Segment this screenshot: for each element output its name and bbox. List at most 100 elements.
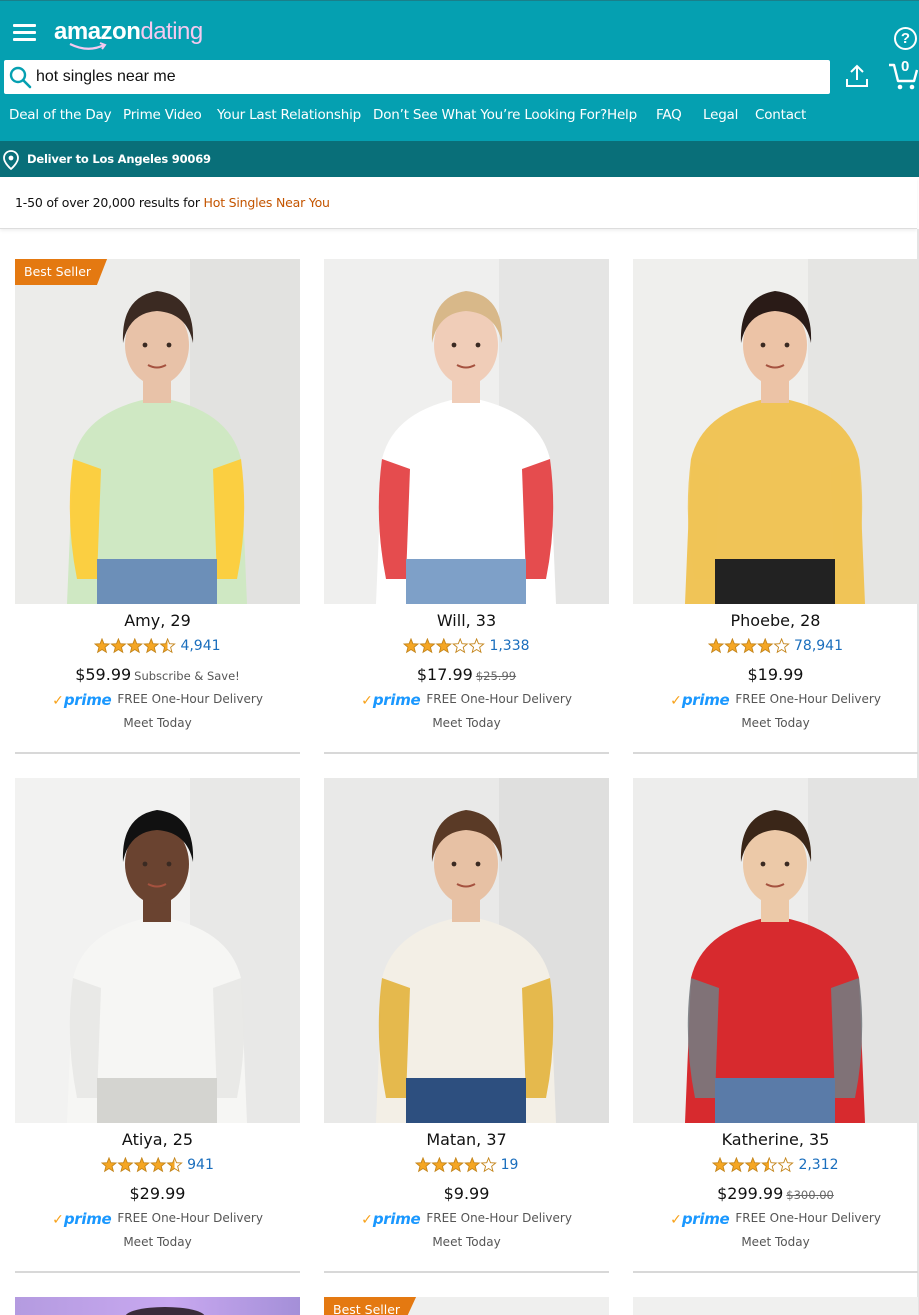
product-photo-peek[interactable] — [15, 1297, 300, 1315]
product-name[interactable]: Phoebe, 28 — [633, 611, 918, 630]
product-name[interactable]: Amy, 29 — [15, 611, 300, 630]
nav-item-your-last-relationship[interactable]: Your Last Relationship — [217, 107, 361, 123]
delivery-note: FREE One-Hour Delivery — [117, 691, 263, 706]
review-count-link[interactable]: 1,338 — [489, 638, 529, 654]
product-name[interactable]: Will, 33 — [324, 611, 609, 630]
star-icon — [708, 637, 725, 654]
star-icon — [468, 637, 486, 654]
product-photo[interactable] — [324, 778, 609, 1123]
star-icon — [773, 637, 790, 654]
prime-logo: ✓prime — [361, 691, 421, 709]
delivery-note: FREE One-Hour Delivery — [426, 1210, 572, 1225]
star-icon — [127, 637, 144, 654]
star-icon — [414, 1156, 431, 1173]
product-card[interactable]: Will, 33 1,338 $17.99 $25.99 ✓prime FREE O… — [324, 259, 609, 754]
product-rating: 78,941 — [633, 637, 918, 655]
prime-check-icon: ✓ — [361, 691, 373, 708]
nav-item-deal-of-the-day[interactable]: Deal of the Day — [9, 107, 112, 123]
original-price: $300.00 — [786, 1188, 834, 1202]
prime-logo: ✓prime — [52, 691, 112, 709]
review-count-link[interactable]: 2,312 — [798, 1157, 838, 1173]
star-icon — [479, 1156, 497, 1173]
product-name[interactable]: Matan, 37 — [324, 1130, 609, 1149]
prime-check-icon: ✓ — [670, 691, 682, 708]
price-line: $29.99 — [15, 1184, 300, 1204]
star-rating-icon[interactable] — [414, 1156, 497, 1173]
nav-item-dont-see[interactable]: Don’t See What You’re Looking For? — [373, 107, 607, 123]
review-count-link[interactable]: 4,941 — [180, 638, 220, 654]
product-card[interactable]: Matan, 37 19 $9.99 ✓prime FREE One-Hour D… — [324, 778, 609, 1273]
star-rating-icon[interactable] — [101, 1156, 183, 1173]
star-icon — [761, 1156, 778, 1173]
star-icon — [94, 637, 111, 654]
cart-count: 0 — [901, 58, 910, 75]
star-icon — [724, 637, 741, 654]
logo-primary: amazon — [54, 18, 141, 45]
prime-logo: ✓prime — [52, 1209, 112, 1228]
logo[interactable]: amazondating — [54, 17, 203, 51]
product-photo[interactable] — [324, 259, 609, 604]
star-icon — [447, 1156, 464, 1173]
menu-icon[interactable] — [13, 24, 36, 42]
product-name[interactable]: Atiya, 25 — [15, 1130, 300, 1149]
delivery-bar[interactable]: Deliver to Los Angeles 90069 — [0, 141, 919, 177]
star-rating-icon[interactable] — [712, 1156, 795, 1173]
star-rating-icon[interactable] — [708, 637, 790, 654]
star-icon — [419, 637, 437, 654]
delivery-note: FREE One-Hour Delivery — [735, 691, 881, 706]
star-icon — [463, 1156, 480, 1173]
product-card[interactable]: Atiya, 25 941 $29.99 ✓prime FREE One-Hour… — [15, 778, 300, 1273]
prime-logo: ✓prime — [670, 691, 730, 709]
review-count-link[interactable]: 19 — [501, 1157, 519, 1173]
product-photo[interactable] — [633, 259, 918, 604]
star-icon — [728, 1156, 746, 1173]
prime-check-icon: ✓ — [52, 1210, 64, 1227]
star-icon — [166, 1156, 183, 1173]
nav-item-help[interactable]: Help — [607, 107, 637, 123]
prime-check-icon: ✓ — [670, 1210, 682, 1227]
results-summary: 1-50 of over 20,000 results for Hot Sing… — [0, 177, 917, 229]
upload-icon[interactable] — [845, 63, 869, 89]
results-count: 1-50 of over 20,000 results for — [15, 195, 204, 210]
star-icon — [777, 1156, 795, 1173]
product-card[interactable]: Best Seller Amy, 29 4,941 $59.99 Subscrib… — [15, 259, 300, 754]
top-header: amazondating ? 0 Deal of the Day Prime V… — [0, 0, 919, 141]
delivery-note: FREE One-Hour Delivery — [117, 1210, 263, 1225]
nav-item-contact[interactable]: Contact — [755, 107, 806, 123]
results-query: Hot Singles Near You — [203, 195, 330, 210]
nav-item-faq[interactable]: FAQ — [656, 107, 682, 123]
star-icon — [110, 637, 128, 654]
subscribe-save-note: Subscribe & Save! — [134, 669, 240, 683]
prime-line: ✓prime FREE One-Hour Delivery — [324, 1209, 609, 1228]
nav-item-legal[interactable]: Legal — [703, 107, 738, 123]
original-price: $25.99 — [475, 669, 517, 683]
portrait-icon — [633, 259, 918, 604]
product-card[interactable]: Katherine, 35 2,312 $299.99 $300.00 ✓prim… — [633, 778, 918, 1273]
nav-item-prime-video[interactable]: Prime Video — [123, 107, 202, 123]
review-count-link[interactable]: 941 — [187, 1157, 214, 1173]
product-photo[interactable] — [15, 778, 300, 1123]
product-photo[interactable] — [633, 778, 918, 1123]
star-rating-icon[interactable] — [403, 637, 486, 654]
star-icon — [745, 1156, 762, 1173]
search-bar — [4, 60, 830, 94]
product-photo-peek[interactable] — [633, 1297, 918, 1315]
best-seller-badge: Best Seller — [324, 1297, 417, 1315]
star-icon — [430, 1156, 448, 1173]
star-icon — [143, 637, 160, 654]
prime-line: ✓prime FREE One-Hour Delivery — [633, 690, 918, 709]
product-photo-peek[interactable]: Best Seller — [324, 1297, 609, 1315]
help-icon[interactable]: ? — [894, 27, 917, 50]
review-count-link[interactable]: 78,941 — [794, 638, 843, 654]
product-card[interactable]: Phoebe, 28 78,941 $19.99 ✓prime FREE One-… — [633, 259, 918, 754]
star-icon — [101, 1156, 118, 1173]
prime-word: prime — [63, 1209, 112, 1228]
prime-line: ✓prime FREE One-Hour Delivery — [324, 690, 609, 709]
meet-note: Meet Today — [741, 1235, 810, 1249]
product-name[interactable]: Katherine, 35 — [633, 1130, 918, 1149]
product-photo[interactable]: Best Seller — [15, 259, 300, 604]
search-input[interactable] — [36, 62, 816, 92]
star-rating-icon[interactable] — [94, 637, 177, 654]
results-text: 1-50 of over 20,000 results for Hot Sing… — [15, 195, 330, 210]
search-icon[interactable] — [8, 65, 32, 89]
